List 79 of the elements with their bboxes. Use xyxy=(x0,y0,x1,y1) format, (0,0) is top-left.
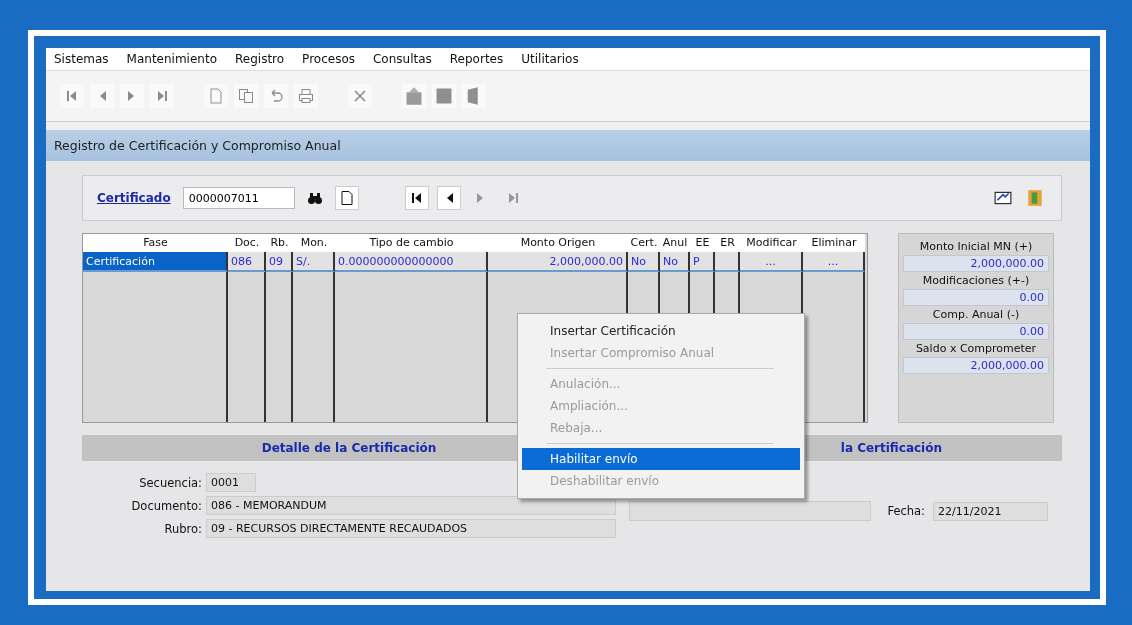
column-header: Eliminar xyxy=(803,234,865,252)
field-label: Secuencia: xyxy=(138,475,202,490)
last-icon xyxy=(506,192,519,204)
toolbar-button[interactable] xyxy=(150,84,174,108)
toolbar-button[interactable] xyxy=(204,84,228,108)
first-icon xyxy=(66,90,78,102)
column-header: ER xyxy=(715,234,740,252)
table-cell: ... xyxy=(803,252,865,272)
menu-item[interactable]: Mantenimiento xyxy=(126,52,217,66)
table-cell: 09 xyxy=(266,252,293,272)
field-label: Rubro: xyxy=(163,521,202,536)
exit-icon xyxy=(1026,189,1044,207)
table-cell: ... xyxy=(740,252,803,272)
close-icon xyxy=(352,88,368,104)
toolbar-button[interactable] xyxy=(348,84,372,108)
toolbar-button[interactable] xyxy=(90,84,114,108)
column-header: Anul xyxy=(660,234,690,252)
copy-icon xyxy=(238,88,254,104)
column-header: Mon. xyxy=(293,234,335,252)
new-button[interactable] xyxy=(334,186,359,210)
summary-label: Saldo x Comprometer xyxy=(914,342,1038,355)
toolbar-button[interactable] xyxy=(432,84,456,108)
menu-item[interactable]: Habilitar envío xyxy=(522,448,800,470)
menu-item[interactable]: Insertar Certificación xyxy=(522,320,800,342)
toolbar-button[interactable] xyxy=(294,84,318,108)
toolbar-button[interactable] xyxy=(120,84,144,108)
field-value: 09 - RECURSOS DIRECTAMENTE RECAUDADOS xyxy=(206,519,616,538)
toolbar-button[interactable] xyxy=(234,84,258,108)
menu-item[interactable]: Reportes xyxy=(449,52,504,66)
menu-item[interactable]: Utilitarios xyxy=(521,52,579,66)
certificado-link[interactable]: Certificado xyxy=(97,191,171,205)
column-header: Modificar xyxy=(740,234,803,252)
table-cell: Certificación xyxy=(83,252,228,272)
toolbar-button[interactable] xyxy=(60,84,84,108)
form-title: Registro de Certificación y Compromiso Anual xyxy=(46,130,1090,161)
menu-item[interactable]: Registro xyxy=(235,52,285,66)
summary-value: 2,000,000.00 xyxy=(903,255,1049,272)
table-cell: S/. xyxy=(293,252,335,272)
summary-label: Monto Inicial MN (+) xyxy=(918,240,1034,253)
column-header: Tipo de cambio xyxy=(335,234,488,252)
square-icon xyxy=(434,86,454,106)
summary-value: 2,000,000.00 xyxy=(903,357,1049,374)
box-icon xyxy=(404,86,424,106)
menu-item[interactable]: Sistemas xyxy=(54,52,109,66)
previous-button[interactable] xyxy=(436,186,461,210)
field-value: 0001 xyxy=(206,473,256,492)
page-icon xyxy=(208,88,224,104)
column-header: Doc. xyxy=(228,234,266,252)
summary-label: Comp. Anual (-) xyxy=(931,308,1021,321)
toolbar-button[interactable] xyxy=(264,84,288,108)
table-cell: No xyxy=(660,252,690,272)
menu-item[interactable]: Consultas xyxy=(373,52,432,66)
first-icon xyxy=(410,192,423,204)
printer-icon xyxy=(298,88,314,104)
field-value: 086 - MEMORANDUM xyxy=(206,496,616,515)
summary-value: 0.00 xyxy=(903,323,1049,340)
field-label: Fecha: xyxy=(887,504,925,518)
column-header: Rb. xyxy=(266,234,293,252)
page-icon xyxy=(338,190,355,206)
column-header: Fase xyxy=(83,234,228,252)
toolbar-button[interactable] xyxy=(402,84,426,108)
summary-label: Modificaciones (+-) xyxy=(921,274,1031,287)
first-button[interactable] xyxy=(404,186,429,210)
table-cell: 086 xyxy=(228,252,266,272)
last-icon xyxy=(156,90,168,102)
table-cell: 0.000000000000000 xyxy=(335,252,488,272)
field-value: 22/11/2021 xyxy=(933,501,1048,521)
summary-value: 0.00 xyxy=(903,289,1049,306)
column-header: EE xyxy=(690,234,715,252)
toolbar-button[interactable] xyxy=(462,84,486,108)
column-header: Cert. xyxy=(628,234,660,252)
column-header: Monto Origen xyxy=(488,234,628,252)
field-label: Documento: xyxy=(130,498,202,513)
binoculars-icon xyxy=(306,190,323,206)
table-cell: 2,000,000.00 xyxy=(488,252,628,272)
menu-item[interactable]: Procesos xyxy=(302,52,355,66)
certificado-field[interactable]: 0000007011 xyxy=(182,187,295,209)
table-cell: P xyxy=(690,252,715,272)
table-cell: No xyxy=(628,252,660,272)
